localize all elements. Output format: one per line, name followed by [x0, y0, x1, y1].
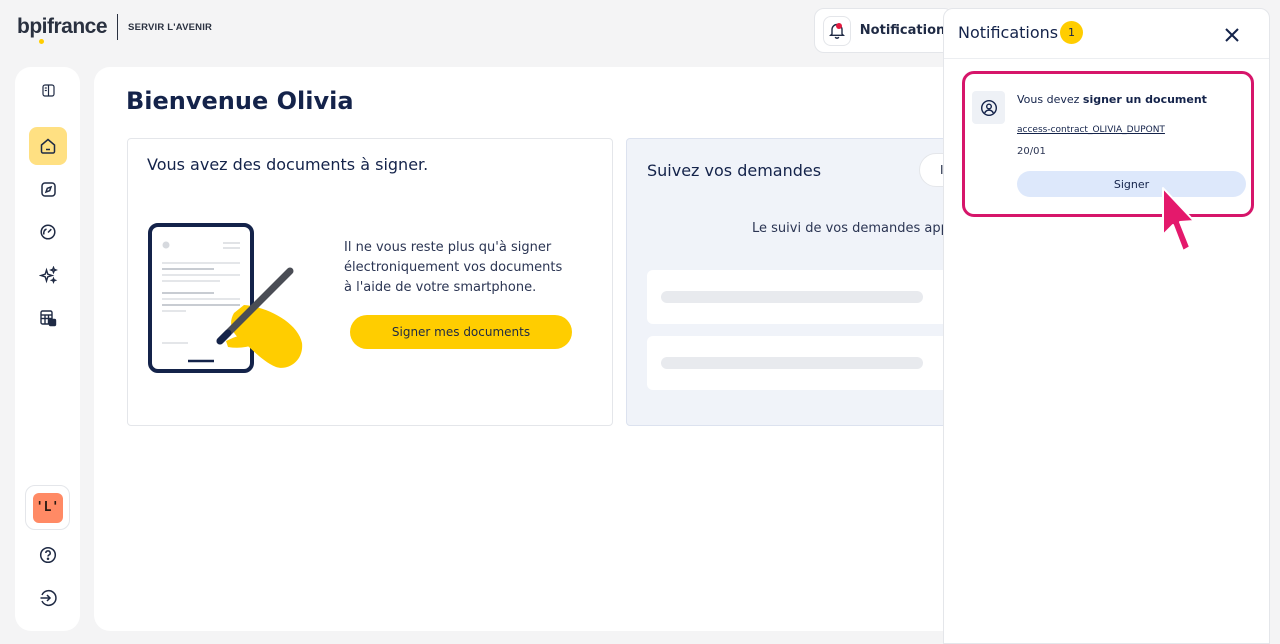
skeleton-bar — [661, 291, 923, 303]
user-signature-icon — [972, 91, 1005, 124]
user-avatar-button[interactable]: 'L' — [25, 485, 70, 530]
compass-icon — [40, 181, 56, 197]
logout-button[interactable] — [29, 579, 67, 617]
notifications-panel: Notifications 1 Vous devez signer un doc… — [943, 8, 1270, 644]
unread-dot — [835, 22, 842, 29]
sidebar-toggle-button[interactable] — [29, 71, 67, 109]
notification-message-prefix: Vous devez — [1017, 93, 1083, 106]
notifications-button-label: Notifications — [859, 23, 953, 38]
notification-message-action: signer un document — [1082, 93, 1207, 106]
bpifrance-logo[interactable]: bpifrance SERVIR L'AVENIR — [17, 13, 213, 44]
skeleton-row — [647, 270, 955, 324]
tablet-signature-illustration — [148, 223, 303, 373]
bell-icon — [823, 15, 851, 46]
home-icon — [40, 138, 56, 154]
logo-brand: bpifrance — [17, 15, 108, 38]
logo-separator — [117, 14, 119, 40]
sign-documents-button[interactable]: Signer mes documents — [350, 315, 572, 349]
sidebar-toggle-icon — [41, 83, 55, 97]
logo-tagline: SERVIR L'AVENIR — [128, 21, 213, 33]
skeleton-bar — [661, 357, 923, 369]
pointer-cursor-icon — [1162, 187, 1195, 252]
question-icon — [39, 546, 57, 564]
sidebar-item-explore[interactable] — [29, 170, 67, 208]
avatar: 'L' — [32, 492, 63, 523]
gauge-icon — [40, 224, 56, 240]
sidebar-item-documents[interactable] — [29, 299, 67, 337]
follow-requests-card: Suivez vos demandes I Le suivi de vos de… — [626, 138, 956, 426]
sign-documents-card: Vous avez des documents à signer. Il ne … — [127, 138, 613, 426]
notifications-button[interactable]: Notifications — [814, 8, 954, 53]
sidebar: 'L' — [15, 67, 80, 631]
sign-card-title: Vous avez des documents à signer. — [147, 155, 429, 174]
follow-card-empty-text: Le suivi de vos demandes appara — [752, 221, 956, 236]
notification-date: 20/01 — [1017, 146, 1046, 157]
panel-header: Notifications 1 — [944, 9, 1269, 59]
page-title: Bienvenue Olivia — [126, 87, 354, 115]
help-button[interactable] — [29, 536, 67, 574]
skeleton-row — [647, 336, 955, 390]
logo-dot — [39, 39, 44, 44]
sidebar-item-home[interactable] — [29, 127, 67, 165]
notification-item: Vous devez signer un document access-con… — [962, 71, 1254, 217]
logout-icon — [40, 589, 57, 607]
close-icon[interactable] — [1223, 26, 1241, 44]
spreadsheet-icon — [40, 310, 57, 327]
panel-title: Notifications — [958, 23, 1059, 42]
notification-count-badge: 1 — [1060, 21, 1083, 44]
document-link[interactable]: access-contract_OLIVIA_DUPONT — [1017, 125, 1165, 135]
notification-message: Vous devez signer un document — [1017, 93, 1207, 106]
sign-button[interactable]: Signer — [1017, 171, 1246, 197]
sidebar-item-services[interactable] — [29, 256, 67, 294]
sidebar-item-dashboard[interactable] — [29, 213, 67, 251]
follow-card-title: Suivez vos demandes — [647, 161, 822, 180]
sparkles-icon — [38, 265, 58, 284]
sign-card-description: Il ne vous reste plus qu'à signer électr… — [344, 240, 563, 295]
